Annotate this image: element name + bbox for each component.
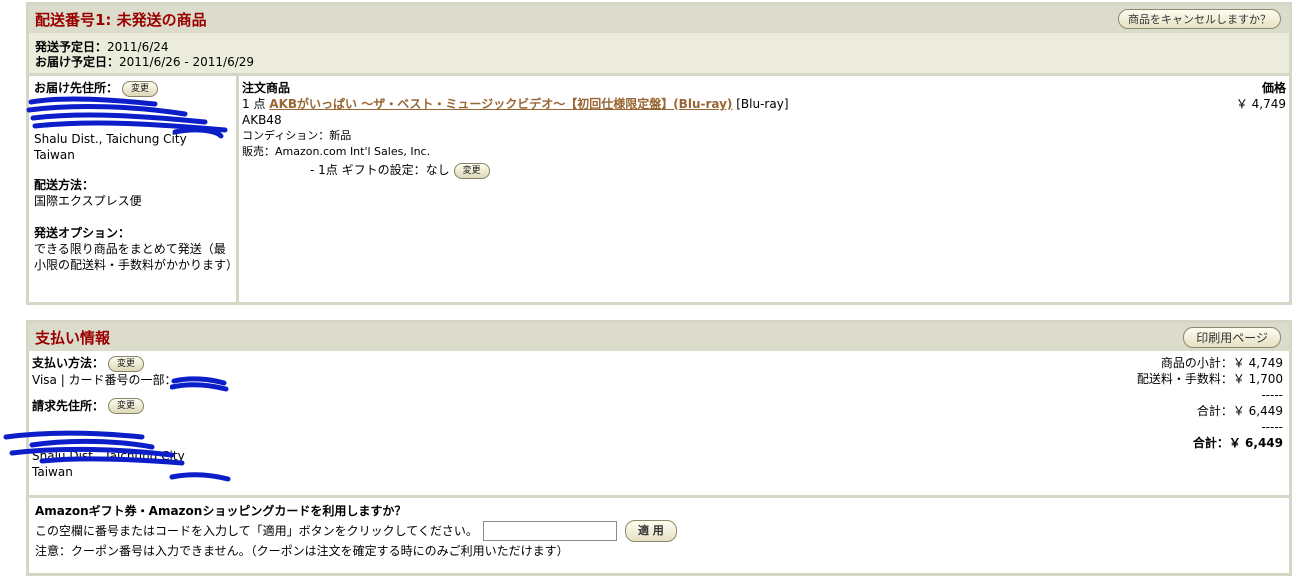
delivery-date-label: お届け予定日：: [35, 55, 120, 69]
address-country: Taiwan: [34, 147, 75, 162]
payment-summary: 商品の小計：￥ 4,749 配送料・手数料：￥ 1,700 ----- 合計：￥…: [1137, 355, 1285, 495]
change-billing-button[interactable]: 変更: [108, 398, 145, 414]
shipping-option-label: 発送オプション：: [34, 225, 131, 240]
payment-box: 支払い情報 印刷用ページ 支払い方法： 変更 Visa | カード番号の一部： 請…: [3, 320, 1292, 576]
product-artist: AKB48: [242, 113, 282, 127]
delivery-address-label: お届け先住所：: [34, 81, 119, 95]
shipment-box: 配送番号1: 未発送の商品 商品をキャンセルしますか？ 発送予定日：2011/6…: [26, 2, 1292, 305]
grand-total-label: 合計：: [1192, 436, 1229, 450]
print-page-button[interactable]: 印刷用ページ: [1183, 326, 1281, 348]
gift-setting: - 1点 ギフトの設定：なし: [310, 163, 450, 177]
price-header: 価格: [1261, 81, 1286, 95]
billing-address-label: 請求先住所：: [32, 398, 105, 413]
apply-button[interactable]: 適 用: [624, 520, 677, 542]
ship-date: 2011/6/24: [107, 40, 169, 54]
cancel-item-button[interactable]: 商品をキャンセルしますか？: [1118, 9, 1281, 29]
order-items-header: 注文商品: [242, 81, 291, 95]
total-label: 合計：: [1196, 404, 1233, 418]
subtotal-value: ￥ 4,749: [1232, 356, 1283, 370]
order-items-column: 注文商品 価格 1 点 AKBがいっぱい ～ザ・ベスト・ミュージックビデオ～【初…: [239, 76, 1289, 305]
condition-label: コンディション：: [242, 129, 330, 142]
gift-card-title: Amazonギフト券・Amazonショッピングカードを利用しますか？: [35, 504, 407, 518]
shipping-fee-label: 配送料・手数料：: [1136, 372, 1233, 386]
billing-city: Shalu Dist., Taichung City: [32, 449, 185, 463]
payment-left: 支払い方法： 変更 Visa | カード番号の一部： 請求先住所： 変更 Shalu…: [3, 355, 332, 495]
seller-value: Amazon.com Int'l Sales, Inc.: [275, 145, 431, 158]
shipment-header: 配送番号1: 未発送の商品 商品をキャンセルしますか？: [29, 5, 1289, 33]
seller-label: 販売：: [242, 145, 275, 158]
gift-card-input[interactable]: [482, 521, 617, 541]
gift-card-note: 注意：クーポン番号は入力できません。（クーポンは注文を確定する時にのみご利用いた…: [35, 544, 569, 558]
shipping-method: 国際エクスプレス便: [34, 193, 142, 208]
shipping-info-column: お届け先住所： 変更 Shalu Dist., Taichung City Tai…: [26, 76, 239, 305]
total-value: ￥ 6,449: [1232, 404, 1283, 418]
condition-value: 新品: [329, 129, 352, 142]
change-gift-button[interactable]: 変更: [453, 162, 490, 179]
gift-card-instruction: この空欄に番号またはコードを入力して「適用」ボタンをクリックしてください。: [35, 524, 478, 538]
item-price: ￥ 4,749: [1235, 97, 1286, 111]
card-number: Visa | カード番号の一部：: [32, 372, 177, 387]
address-redacted-lines: [34, 97, 231, 131]
summary-divider-2: -----: [1261, 420, 1283, 434]
change-payment-button[interactable]: 変更: [108, 355, 145, 372]
payment-method-label: 支払い方法：: [32, 356, 105, 370]
subtotal-label: 商品の小計：: [1160, 356, 1233, 370]
shipping-fee-value: ￥ 1,700: [1232, 372, 1283, 386]
grand-total-value: ￥ 6,449: [1228, 436, 1283, 450]
billing-country: Taiwan: [32, 465, 73, 479]
delivery-dates: 発送予定日：2011/6/24 お届け予定日：2011/6/26 - 2011/…: [29, 33, 1289, 73]
delivery-date: 2011/6/26 - 2011/6/29: [119, 55, 255, 69]
address-city: Shalu Dist., Taichung City: [34, 131, 187, 146]
gift-card-section: Amazonギフト券・Amazonショッピングカードを利用しますか？ この空欄に…: [29, 495, 1289, 564]
payment-body: 支払い方法： 変更 Visa | カード番号の一部： 請求先住所： 変更 Shalu…: [3, 351, 1289, 495]
shipment-body: お届け先住所： 変更 Shalu Dist., Taichung City Tai…: [26, 73, 1289, 305]
shipping-method-label: 配送方法：: [34, 177, 95, 192]
shipment-title: 配送番号1: 未発送の商品: [35, 10, 207, 29]
billing-redacted-lines: [32, 414, 332, 448]
change-address-button[interactable]: 変更: [122, 80, 159, 97]
item-quantity: 1 点: [242, 97, 266, 111]
summary-divider: -----: [1261, 388, 1283, 402]
shipping-option: できる限り商品をまとめて発送（最小限の配送料・手数料がかかります）: [34, 241, 239, 272]
payment-title: 支払い情報: [35, 328, 111, 347]
payment-header: 支払い情報 印刷用ページ: [29, 323, 1289, 351]
ship-date-label: 発送予定日：: [35, 40, 108, 54]
product-title-link[interactable]: AKBがいっぱい ～ザ・ベスト・ミュージックビデオ～【初回仕様限定盤】(Blu-…: [269, 97, 732, 111]
product-format: [Blu-ray]: [736, 97, 789, 111]
